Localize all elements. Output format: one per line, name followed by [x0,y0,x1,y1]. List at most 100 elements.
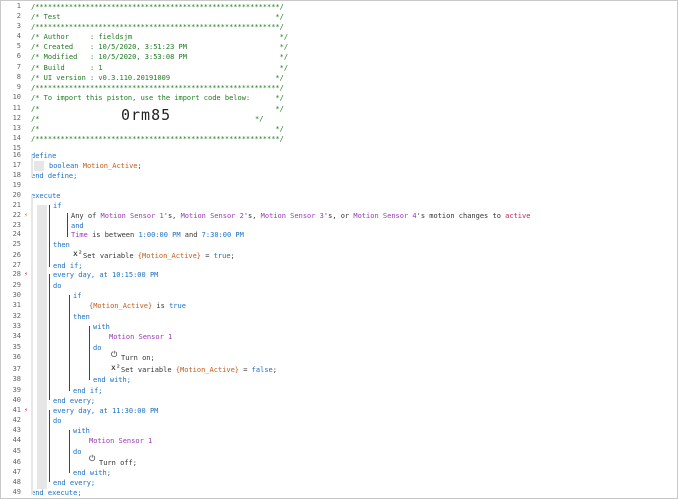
lightning-icon: ⚡ [24,270,29,278]
turn-off-command[interactable]: Turn off; [99,458,137,468]
then-keyword: then [53,241,70,249]
semicolon: ; [272,366,277,374]
do-keyword: do [73,448,82,456]
set-variable-statement[interactable]: Set variable {Motion_Active} = false; [121,365,277,375]
indent-guide [34,161,44,171]
every-day-text: every day, at [53,407,113,415]
trigger-condition[interactable]: Any of Motion Sensor 1's, Motion Sensor … [71,211,530,221]
end-time: 7:30:00 PM [201,231,244,239]
condition-bracket [67,213,68,237]
line-number: 41 [12,406,21,414]
line-number: 37 [12,365,21,373]
execute-rail [31,195,33,495]
do-keyword: do [53,282,62,290]
if-keyword: if [53,202,62,210]
if-keyword: if [73,292,82,300]
line-number: 5 [16,42,21,50]
line-number: 13 [12,124,21,132]
any-of-text: Any of [71,212,101,220]
is-between-text: is between [87,231,139,239]
line-number: 27 [12,261,21,269]
type-keyword: boolean [49,162,79,170]
do-keyword: do [53,417,62,425]
device-motion-sensor-1[interactable]: Motion Sensor 1 [109,332,172,342]
line-number: 28 [12,270,21,278]
define-rail [31,155,33,177]
every-day-text: every day, at [53,271,113,279]
execute-keyword: execute [31,192,61,200]
set-variable-statement[interactable]: Set variable {Motion_Active} = true; [83,251,235,261]
device-motion-sensor-1[interactable]: Motion Sensor 1 [89,436,152,446]
comment-close: */ [255,115,264,123]
end-every-keyword: end every; [53,397,96,405]
line-number: 7 [16,63,21,71]
end-if-keyword: end if; [73,387,103,395]
set-variable-text: Set variable [83,252,138,260]
lightning-icon: ⚡ [24,211,29,219]
line-number: 48 [12,478,21,486]
variable-condition[interactable]: {Motion_Active} is true [89,301,186,311]
set-variable-text: Set variable [121,366,176,374]
line-number: 32 [12,312,21,320]
import-code[interactable]: 0rm85 [121,106,171,124]
timer-time-2: 11:30:00 PM [112,407,159,415]
device-motion-sensor-3: Motion Sensor 3 [260,212,324,220]
separator-text: 's, or [323,212,354,220]
modified-comment: /* Modified : 10/5/2020, 3:53:08 PM */ [31,53,289,61]
line-number: 36 [12,353,21,361]
code-area: /***************************************… [31,1,677,498]
comment-line: /***************************************… [31,135,284,143]
variable-name: Motion_Active [82,162,138,170]
true-value: true [169,302,186,310]
indent-guide [37,205,47,489]
comment-open: /* [31,115,40,123]
line-number: 31 [12,301,21,309]
comment-line: /* */ [31,125,284,133]
line-number: 33 [12,322,21,330]
line-number: 26 [12,251,21,259]
line-number: 35 [12,343,21,351]
line-number: 43 [12,426,21,434]
line-number: 39 [12,386,21,394]
device-motion-sensor-2: Motion Sensor 2 [180,212,244,220]
variable-reference: {Motion_Active} [89,302,153,310]
line-number: 4 [16,32,21,40]
line-number: 44 [12,436,21,444]
line-number: 14 [12,134,21,142]
end-define-keyword: end define; [31,172,78,180]
time-condition[interactable]: Time is between 1:00:00 PM and 7:30:00 P… [71,230,244,240]
line-number: 19 [12,181,21,189]
line-number: 49 [12,488,21,496]
timer-statement-2[interactable]: every day, at 11:30:00 PM [53,406,158,416]
comment-line: /***************************************… [31,3,284,11]
variable-icon: x² [111,363,121,372]
power-icon: ⏻ [111,350,118,359]
do-keyword: do [93,344,102,352]
timer-statement-1[interactable]: every day, at 10:15:00 PM [53,270,158,280]
comment-line: /***************************************… [31,84,284,92]
line-number: 18 [12,171,21,179]
comment-line: /***************************************… [31,23,284,31]
line-number: 30 [12,291,21,299]
line-number: 22 [12,211,21,219]
line-number: 16 [12,151,21,159]
timer-time-1: 10:15:00 PM [112,271,159,279]
turn-on-command[interactable]: Turn on; [121,353,155,363]
author-comment: /* Author : fieldsjm */ [31,33,289,41]
start-time: 1:00:00 PM [138,231,181,239]
piston-code-editor: 1 2 3 4 5 6 7 8 9 10 11 12 13 14 15 16 17 18 19 20 21 22 23 24 2… [0,0,678,499]
equals-text: = [201,252,214,260]
line-number: 8 [16,73,21,81]
time-keyword: Time [71,231,88,239]
line-number: 11 [12,104,21,112]
with-bracket [69,430,70,473]
every-bracket-2 [49,410,50,482]
build-comment: /* Build : 1 */ [31,64,289,72]
with-keyword: with [73,427,90,435]
line-number: 3 [16,22,21,30]
line-number-gutter: 1 2 3 4 5 6 7 8 9 10 11 12 13 14 15 16 17 18 19 20 21 22 23 24 2… [1,1,29,498]
line-number: 12 [12,114,21,122]
line-number: 10 [12,93,21,101]
line-number: 6 [16,52,21,60]
line-number: 46 [12,458,21,466]
